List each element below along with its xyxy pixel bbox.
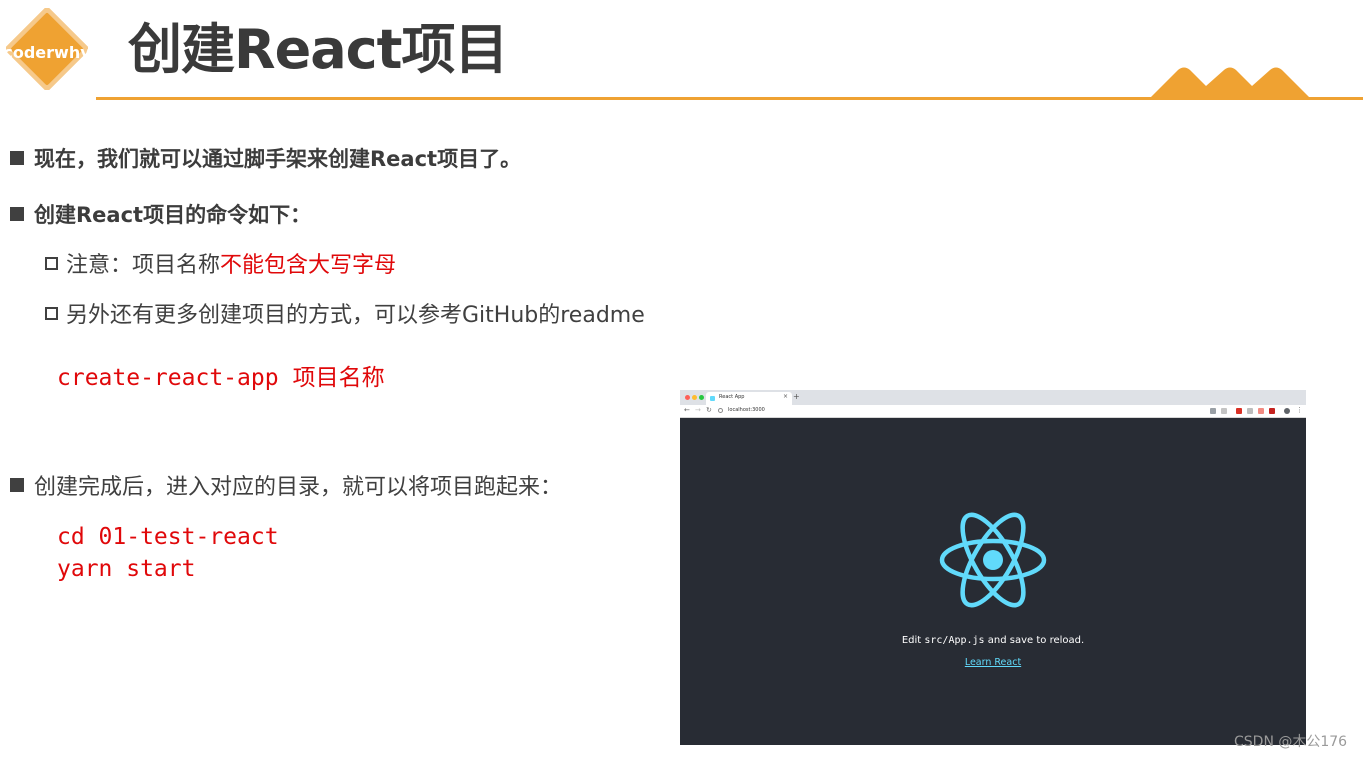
hollow-square-bullet-icon xyxy=(45,306,58,320)
extension-icon[interactable] xyxy=(1258,408,1264,414)
close-window-icon[interactable] xyxy=(685,395,690,400)
edit-prefix: Edit xyxy=(901,635,925,646)
url-field[interactable]: localhost:3000 xyxy=(728,407,765,413)
title-underline xyxy=(96,97,1363,100)
info-icon[interactable] xyxy=(718,408,723,413)
browser-screenshot: React App × + ← → ↻ localhost:3000 ⋮ Edi… xyxy=(680,390,1306,745)
react-logo-icon xyxy=(939,512,1047,608)
react-favicon-icon xyxy=(710,396,715,401)
profile-avatar-icon[interactable] xyxy=(1284,408,1290,414)
mountain-decoration xyxy=(1148,67,1312,100)
browser-tab-bar: React App × + xyxy=(680,390,1306,405)
bullet-text: 创建完成后，进入对应的目录，就可以将项目跑起来： xyxy=(34,475,563,500)
watermark: CSDN @木公176 xyxy=(1234,734,1348,750)
tab-close-icon[interactable]: × xyxy=(783,393,788,400)
sub-bullet-readme: 另外还有更多创建项目的方式，可以参考GitHub的readme xyxy=(45,297,645,329)
new-tab-icon[interactable]: + xyxy=(793,392,800,401)
browser-address-bar: ← → ↻ localhost:3000 ⋮ xyxy=(680,405,1306,418)
code-line-yarn: yarn start xyxy=(57,556,196,582)
reload-icon[interactable]: ↻ xyxy=(706,406,712,415)
sub-bullet-note: 注意：项目名称 不能包含大写字母 xyxy=(45,247,396,279)
square-bullet-icon xyxy=(10,478,24,492)
extension-icon[interactable] xyxy=(1247,408,1253,414)
maximize-window-icon[interactable] xyxy=(699,395,704,400)
create-command: create-react-app xyxy=(57,365,279,391)
translate-icon[interactable] xyxy=(1210,408,1216,414)
learn-react-link[interactable]: Learn React xyxy=(680,657,1306,668)
extension-icon[interactable] xyxy=(1269,408,1275,414)
edit-file-path: src/App.js xyxy=(924,635,985,646)
code-run-block: cd 01-test-react yarn start xyxy=(57,521,279,585)
tab-title: React App xyxy=(719,394,745,400)
bullet-scaffold: 现在，我们就可以通过脚手架来创建React项目了。 xyxy=(10,143,521,173)
bullet-text: 现在，我们就可以通过脚手架来创建React项目了。 xyxy=(34,147,522,171)
square-bullet-icon xyxy=(10,207,24,221)
bullet-command: 创建React项目的命令如下： xyxy=(10,199,311,229)
edit-instruction: Edit src/App.js and save to reload. xyxy=(680,635,1306,646)
hollow-square-bullet-icon xyxy=(45,256,58,270)
page-title: 创建React项目 xyxy=(128,18,508,81)
create-argument: 项目名称 xyxy=(292,365,385,391)
code-create-command: create-react-app 项目名称 xyxy=(57,362,385,394)
edit-suffix: and save to reload. xyxy=(984,635,1085,646)
menu-dots-icon[interactable]: ⋮ xyxy=(1296,406,1303,415)
note-prefix: 注意：项目名称 xyxy=(66,253,221,278)
square-bullet-icon xyxy=(10,151,24,165)
readme-text: 另外还有更多创建项目的方式，可以参考GitHub的readme xyxy=(66,303,645,328)
bullet-run: 创建完成后，进入对应的目录，就可以将项目跑起来： xyxy=(10,469,562,501)
back-arrow-icon[interactable]: ← xyxy=(684,406,690,415)
minimize-window-icon[interactable] xyxy=(692,395,697,400)
svg-text:coderwhy: coderwhy xyxy=(6,43,88,62)
forward-arrow-icon[interactable]: → xyxy=(695,406,701,415)
bullet-text: 创建React项目的命令如下： xyxy=(34,203,312,227)
code-line-cd: cd 01-test-react xyxy=(57,524,279,550)
star-icon[interactable] xyxy=(1221,408,1227,414)
browser-tab[interactable]: React App × xyxy=(706,392,792,405)
note-highlight: 不能包含大写字母 xyxy=(220,253,397,278)
coderwhy-logo: coderwhy xyxy=(6,8,88,90)
extension-icon[interactable] xyxy=(1236,408,1242,414)
